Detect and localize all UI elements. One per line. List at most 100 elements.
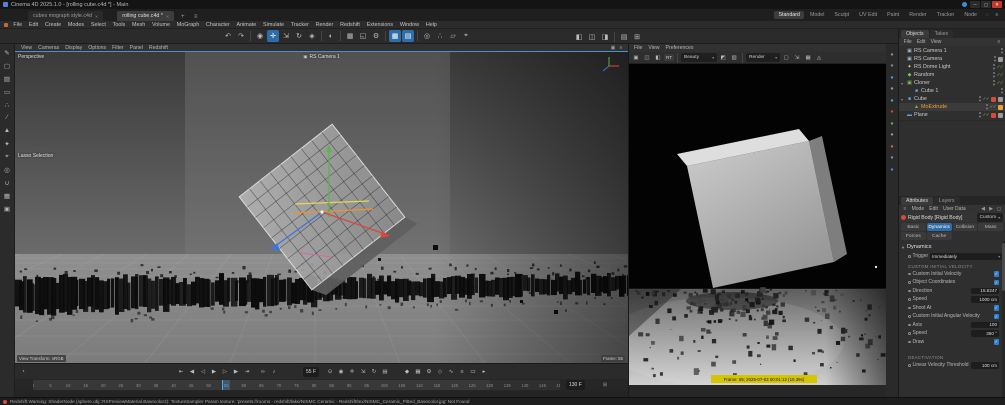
render-view-canvas[interactable]: Frame: 55; 2025-07-03 00:01:12 (10.39s) [629,64,887,385]
denoise-icon[interactable]: ◬ [814,53,824,63]
lock-icon[interactable]: ◻ [995,206,1003,213]
rotation-key-toggle[interactable]: ↻ [369,366,379,377]
object-manager-empty-area[interactable] [899,120,1005,196]
menu-tools[interactable]: Tools [109,22,128,28]
menu-file[interactable]: File [10,22,25,28]
simulate-cache-toggle[interactable]: ▤ [402,30,414,42]
quantize-toggle[interactable]: ∴ [434,30,446,42]
keyframe-dot-icon[interactable] [908,306,911,309]
preset-select[interactable]: Custom ▾ [976,213,1003,222]
playback-rate-icon[interactable]: ▸ [479,366,489,377]
parameter-field[interactable]: 1000 cm [971,296,999,303]
position-key-toggle[interactable]: ✛ [347,366,357,377]
menu-simulate[interactable]: Simulate [260,22,288,28]
gray-tag-icon[interactable] [998,96,1003,102]
previous-frame-button[interactable]: ◁ [198,366,208,377]
viewport-menu-options[interactable]: Options [85,45,109,51]
move-tool[interactable]: ✛ [267,30,279,42]
rt-toggle[interactable]: RT [664,54,675,61]
menu-edit[interactable]: Edit [25,22,41,28]
visibility-dots[interactable] [1001,48,1003,51]
layout-quad-view-button[interactable]: ◫ [586,31,598,43]
tab-close-icon[interactable]: ✕ [95,14,98,19]
model-mode-button[interactable]: ▢ [2,60,13,71]
layout-panel-button[interactable]: ◨ [599,31,611,43]
redo-button[interactable]: ↷ [235,30,247,42]
menu-extensions[interactable]: Extensions [363,22,396,28]
visibility-dots[interactable] [978,96,981,99]
new-document-tab-button[interactable]: + [178,12,187,21]
playhead[interactable] [222,380,231,390]
viewport[interactable]: Perspective ▣ RS Camera 1 Lasso Selectio… [15,52,628,363]
environment-icon[interactable]: ● [888,96,897,105]
keying-settings-icon[interactable]: ◆ [402,366,412,377]
keyframe-dot-icon[interactable] [908,323,911,326]
document-tab[interactable]: cubes mograph style.c4d ✕ [28,11,104,21]
asset-browser-icon[interactable]: ● [888,50,897,59]
tab-list-icon[interactable]: ≡ [191,12,200,21]
snap-toggle[interactable]: ◎ [421,30,433,42]
tab-takes[interactable]: Takes [929,30,954,38]
enabled-checks-icon[interactable]: ✓✓ [997,72,1004,78]
dynamics-icon[interactable]: ● [888,108,897,117]
viewport-menu-view[interactable]: View [18,45,35,51]
light-palette-icon[interactable]: ● [888,165,897,174]
attributes-panel-menu-icon[interactable]: ≡ [901,206,909,213]
autokey-toggle[interactable]: ◉ [336,366,346,377]
parameter-checkbox[interactable]: ✓ [993,305,999,311]
make-editable-button[interactable]: ✎ [2,47,13,58]
keyframe-dot-icon[interactable] [908,315,911,318]
renderview-menu-preferences[interactable]: Preferences [663,45,697,51]
document-tab[interactable]: rolling cube.c4d * ✕ [117,11,175,21]
menu-mesh[interactable]: Mesh [129,22,149,28]
viewport-canvas[interactable] [15,52,628,363]
menu-help[interactable]: Help [422,22,440,28]
menu-animate[interactable]: Animate [233,22,260,28]
renderview-menu-view[interactable]: View [645,45,662,51]
visibility-dots[interactable] [978,112,981,115]
keyframe-dot-icon[interactable] [908,340,911,343]
menu-tracker[interactable]: Tracker [287,22,312,28]
enable-axis-button[interactable]: ⌖ [2,151,13,162]
floor-icon[interactable]: ● [888,85,897,94]
field-icon[interactable]: ● [888,142,897,151]
tab-attributes[interactable]: Attributes [901,197,933,205]
maximize-button[interactable]: ▢ [981,1,991,8]
keyframe-dot-icon[interactable] [908,298,911,301]
viewport-options-icon[interactable]: ≡ [617,44,625,51]
attribute-tab-cache[interactable]: Cache [926,232,952,240]
parameter-checkbox[interactable]: ✓ [993,271,999,277]
close-button[interactable]: ✕ [992,1,1002,8]
timeline-zoom-icon[interactable]: ⊞ [601,381,609,388]
timeline-ruler[interactable]: 0510152025303540455055606570758085909510… [33,380,560,390]
go-to-start-button[interactable]: ⇤ [176,366,186,377]
parameter-field[interactable]: 100 cm [971,362,999,369]
history-forward-icon[interactable]: ▶ [987,206,995,213]
menu-redshift[interactable]: Redshift [337,22,364,28]
menu-modes[interactable]: Modes [65,22,88,28]
layout-item-render[interactable]: Render [905,11,930,19]
visibility-dots[interactable] [994,56,996,59]
layout-item-paint[interactable]: Paint [883,11,903,19]
menu-mograph[interactable]: MoGraph [173,22,202,28]
attribute-tab-collision[interactable]: Collision [952,223,978,231]
menu-volume[interactable]: Volume [149,22,174,28]
zoom-fit-icon[interactable]: ⇲ [792,53,802,63]
bucket-icon[interactable]: ▦ [803,53,813,63]
enabled-checks-icon[interactable]: ✓✓ [990,104,997,110]
menu-character[interactable]: Character [203,22,233,28]
layout-item-model[interactable]: Model [806,11,828,19]
renderview-menu-file[interactable]: File [631,45,645,51]
layout-item-tracker[interactable]: Tracker [933,11,959,19]
section-collapse-icon[interactable]: ▼ [901,245,905,250]
coordinate-system-toggle[interactable]: ◐ [325,30,337,42]
attributes-menu-edit[interactable]: Edit [927,206,941,212]
enabled-checks-icon[interactable]: ✓✓ [997,64,1004,70]
mograph-icon[interactable]: ● [888,119,897,128]
history-back-icon[interactable]: ◀ [979,206,987,213]
objects-menu-edit[interactable]: Edit [914,39,928,45]
volume-icon[interactable]: ● [888,131,897,140]
orange-tag-icon[interactable] [998,104,1003,110]
ruler-options-icon[interactable]: ▭ [468,366,478,377]
workplane-toggle[interactable]: ▱ [447,30,459,42]
